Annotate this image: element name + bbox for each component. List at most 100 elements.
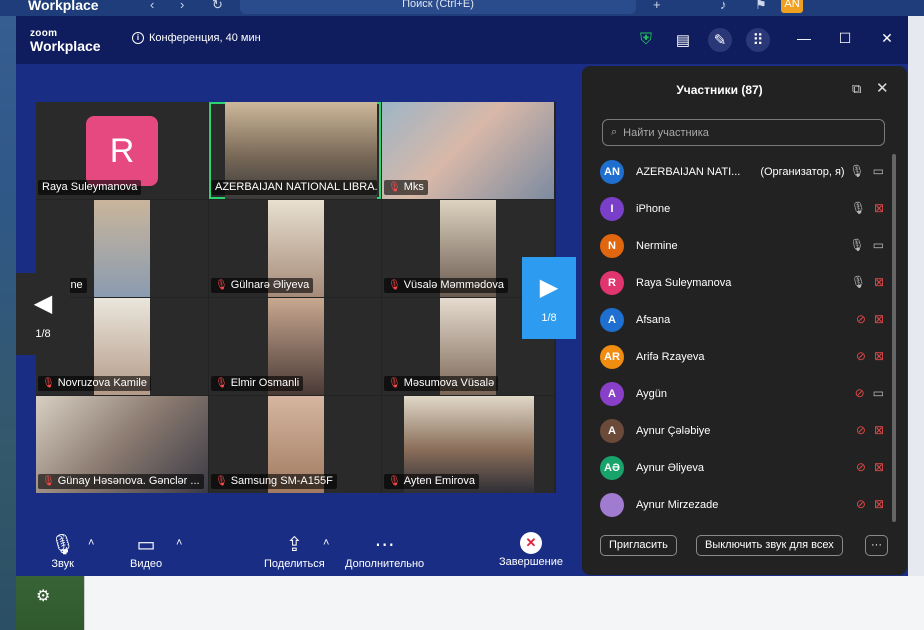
video-tile[interactable]: 🎙 Ayten Emirova xyxy=(382,396,554,493)
mute-all-button[interactable]: Выключить звук для всех xyxy=(696,535,843,556)
participant-row[interactable]: A Aygün ⊘ ▭ xyxy=(600,375,884,412)
audio-button[interactable]: 🎙 Звук xyxy=(50,532,75,570)
participant-name: AZERBAIJAN NATI... xyxy=(636,165,741,178)
avatar xyxy=(600,492,624,517)
participant-row[interactable]: A Afsana ⊘ ⊠ xyxy=(600,301,884,338)
avatar: R xyxy=(600,270,624,295)
camera-off-icon[interactable]: ⊠ xyxy=(874,312,884,326)
video-tile[interactable]: 🎙 Mks xyxy=(382,102,554,199)
tile-name-text: AZERBAIJAN NATIONAL LIBRA... xyxy=(215,181,377,193)
share-screen-icon: ⇪ xyxy=(285,534,303,556)
microphone-icon[interactable]: 🎙 xyxy=(851,275,866,289)
tile-name: 🎙 Vüsalə Məmmədova xyxy=(384,278,508,293)
participant-search-input[interactable] xyxy=(623,126,864,139)
camera-icon[interactable]: ▭ xyxy=(873,238,884,252)
camera-icon[interactable]: ▭ xyxy=(873,386,884,400)
bell-icon[interactable]: ♪ xyxy=(720,0,727,12)
flag-icon[interactable]: ⚑ xyxy=(755,0,767,13)
forward-arrow-icon[interactable]: › xyxy=(180,0,184,12)
mic-muted-icon: 🎙 xyxy=(215,280,228,291)
settings-gear-icon[interactable]: ⚙ xyxy=(36,586,50,606)
notes-icon[interactable]: ▤ xyxy=(671,28,695,52)
popout-icon[interactable]: ⧉ xyxy=(852,81,861,97)
camera-off-icon[interactable]: ⊠ xyxy=(874,201,884,215)
microphone-icon[interactable]: 🎙 xyxy=(849,238,864,252)
tile-name-text: Vüsalə Məmmədova xyxy=(403,279,504,291)
participant-name: Aynur Mirzezade xyxy=(636,498,719,511)
camera-off-icon[interactable]: ⊠ xyxy=(874,423,884,437)
minimize-icon[interactable]: — xyxy=(794,30,814,46)
chevron-right-icon: ▶ xyxy=(539,273,559,301)
video-button[interactable]: ▭ Видео xyxy=(130,532,162,570)
outer-search-bar[interactable]: Поиск (Ctrl+E) xyxy=(240,0,636,14)
participant-row[interactable]: Aynur Mirzezade ⊘ ⊠ xyxy=(600,486,884,523)
microphone-icon[interactable]: 🎙 xyxy=(849,164,864,178)
maximize-icon[interactable]: ☐ xyxy=(835,30,855,47)
more-dots-icon: ⋯ xyxy=(374,534,395,556)
microphone-muted-icon[interactable]: ⊘ xyxy=(856,312,866,326)
history-icon[interactable]: ↻ xyxy=(212,0,223,13)
camera-off-icon[interactable]: ⊠ xyxy=(874,275,884,289)
tile-name-text: Mks xyxy=(403,181,424,193)
outer-sidebar xyxy=(0,16,16,630)
info-icon: i xyxy=(132,32,144,44)
microphone-muted-icon[interactable]: ⊘ xyxy=(856,497,866,511)
more-label: Дополнительно xyxy=(345,558,425,570)
panel-more-button[interactable]: ··· xyxy=(865,535,888,556)
avatar: I xyxy=(600,196,624,221)
participant-row[interactable]: AƏ Aynur Əliyeva ⊘ ⊠ xyxy=(600,449,884,486)
microphone-muted-icon[interactable]: ⊘ xyxy=(856,460,866,474)
participant-role: (Организатор, я) xyxy=(760,165,845,178)
scrollbar[interactable] xyxy=(892,154,896,522)
end-meeting-button[interactable]: ✕ Завершение xyxy=(499,532,563,568)
video-tile[interactable]: 🎙 Elmir Osmanli xyxy=(209,298,381,395)
outer-avatar[interactable]: AN xyxy=(781,0,803,13)
tile-name-text: Samsung SM-A155F xyxy=(230,475,333,487)
next-page-button[interactable]: ▶ 1/8 xyxy=(522,257,576,339)
participant-search[interactable]: ⌕ xyxy=(602,119,885,146)
close-window-icon[interactable]: ✕ xyxy=(877,30,897,47)
participant-row[interactable]: R Raya Suleymanova 🎙 ⊠ xyxy=(600,264,884,301)
camera-off-icon[interactable]: ⊠ xyxy=(874,497,884,511)
microphone-muted-icon[interactable]: ⊘ xyxy=(856,423,866,437)
mic-muted-icon: 🎙 xyxy=(215,378,228,389)
microphone-muted-icon[interactable]: ⊘ xyxy=(856,349,866,363)
meeting-header: zoom Workplace i Конференция, 40 мин ⛨ ▤… xyxy=(16,16,908,64)
new-icon[interactable]: + xyxy=(653,0,661,12)
microphone-muted-icon[interactable]: ⊘ xyxy=(855,386,865,400)
camera-icon[interactable]: ▭ xyxy=(873,164,884,178)
camera-off-icon[interactable]: ⊠ xyxy=(874,460,884,474)
video-tile[interactable]: 🎙 Günay Həsənova. Gənclər ... xyxy=(36,396,208,493)
close-panel-icon[interactable]: ✕ xyxy=(876,79,889,97)
previous-page-button[interactable]: ◀ 1/8 xyxy=(16,273,70,355)
search-icon: ⌕ xyxy=(611,126,618,138)
tile-name: 🎙 Samsung SM-A155F xyxy=(211,474,337,489)
participant-row[interactable]: AR Arifə Rzayeva ⊘ ⊠ xyxy=(600,338,884,375)
participant-row[interactable]: N Nermine 🎙 ▭ xyxy=(600,227,884,264)
more-button[interactable]: ⋯ Дополнительно xyxy=(345,532,424,570)
share-options-caret-icon[interactable]: ˄ xyxy=(323,537,329,549)
apps-grid-icon[interactable]: ⠿ xyxy=(746,28,770,52)
audio-options-caret-icon[interactable]: ˄ xyxy=(88,537,94,549)
participant-status: 🎙 ⊠ xyxy=(851,201,884,215)
participant-row[interactable]: AN AZERBAIJAN NATI... (Организатор, я) 🎙 ▭ xyxy=(600,153,884,190)
tile-name: 🎙 Gülnarə Əliyeva xyxy=(211,278,314,293)
avatar: A xyxy=(600,418,624,443)
pen-icon[interactable]: ✎ xyxy=(708,28,732,52)
video-tile[interactable]: 🎙 Gülnarə Əliyeva xyxy=(209,200,381,297)
shield-icon[interactable]: ⛨ xyxy=(634,28,658,52)
video-tile[interactable]: R Raya Suleymanova xyxy=(36,102,208,199)
microphone-icon[interactable]: 🎙 xyxy=(851,201,866,215)
meeting-info[interactable]: i Конференция, 40 мин xyxy=(132,32,261,44)
invite-button[interactable]: Пригласить xyxy=(600,535,677,556)
share-button[interactable]: ⇪ Поделиться xyxy=(264,532,325,570)
video-tile-active[interactable]: AZERBAIJAN NATIONAL LIBRA... xyxy=(209,102,381,199)
participant-row[interactable]: IiPhone 🎙 ⊠ xyxy=(600,190,884,227)
mic-muted-icon: 🎙 xyxy=(388,378,401,389)
back-arrow-icon[interactable]: ‹ xyxy=(150,0,154,12)
participant-row[interactable]: A Aynur Çələbiye ⊘ ⊠ xyxy=(600,412,884,449)
video-tile[interactable]: 🎙 Samsung SM-A155F xyxy=(209,396,381,493)
video-options-caret-icon[interactable]: ˄ xyxy=(176,537,182,549)
camera-off-icon[interactable]: ⊠ xyxy=(874,349,884,363)
participant-status: 🎙 ⊠ xyxy=(851,275,884,289)
